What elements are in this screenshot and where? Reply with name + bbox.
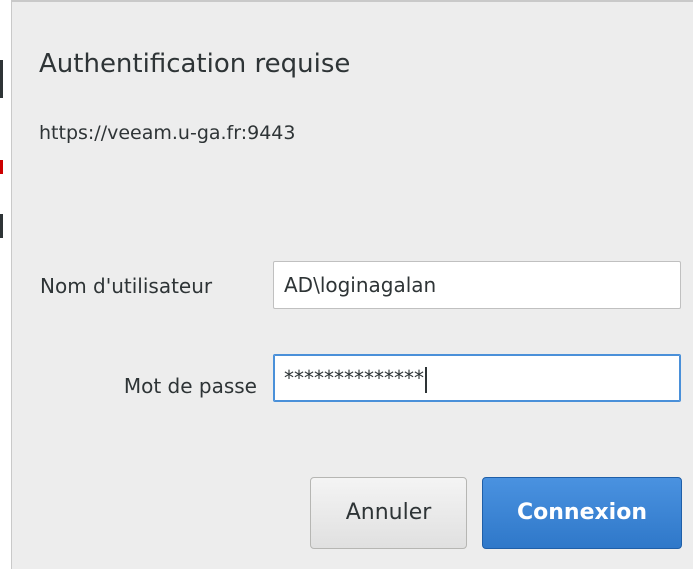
authentication-dialog: Authentification requise https://veeam.u…: [11, 0, 693, 569]
dialog-title: Authentification requise: [39, 49, 351, 79]
password-value: **************: [284, 366, 424, 390]
password-label: Mot de passe: [123, 374, 257, 398]
dialog-url: https://veeam.u-ga.fr:9443: [39, 122, 296, 144]
text-caret: [425, 366, 427, 393]
username-label: Nom d'utilisateur: [40, 274, 213, 298]
background-edge-mark: [0, 60, 3, 98]
password-field[interactable]: **************: [273, 354, 681, 402]
background-window-edge: [0, 0, 11, 569]
background-edge-mark-red: [0, 160, 3, 174]
cancel-button[interactable]: Annuler: [310, 477, 467, 549]
background-edge-mark: [0, 214, 3, 238]
username-value: AD\loginagalan: [284, 273, 437, 297]
username-field[interactable]: AD\loginagalan: [273, 261, 681, 309]
connect-button[interactable]: Connexion: [482, 477, 682, 549]
